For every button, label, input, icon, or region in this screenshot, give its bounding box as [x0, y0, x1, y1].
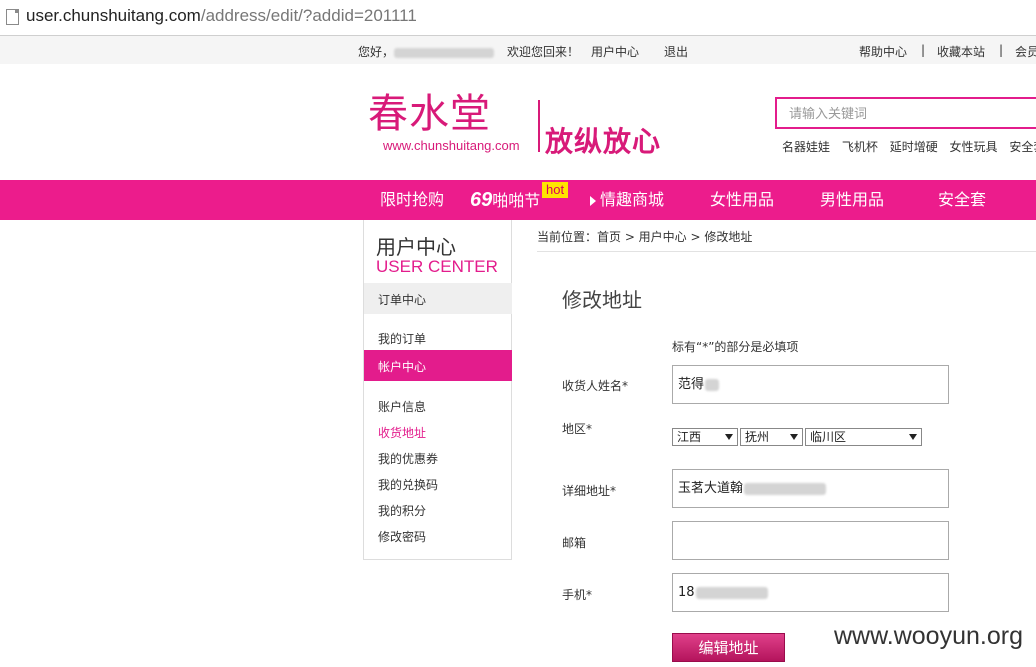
main-nav: 限时抢购 69啪啪节 情趣商城 女性用品 男性用品 安全套 [0, 180, 1036, 220]
edit-address-button[interactable]: 编辑地址 [672, 633, 785, 662]
sidebar-title: 用户中心 [376, 235, 456, 259]
search-input[interactable] [787, 100, 1031, 128]
sidebar-item-coupons[interactable]: 我的优惠券 [378, 450, 438, 467]
postcode-label: 邮箱 [562, 536, 587, 550]
top-info-bar: 您好， 欢迎您回来！ 用户中心 退出 帮助中心 | 收藏本站 | 会员 [0, 36, 1036, 64]
sidebar-item-change-password[interactable]: 修改密码 [378, 528, 426, 545]
postcode-field[interactable] [672, 521, 949, 560]
sidebar-title-en: USER CENTER [376, 257, 498, 276]
logo-divider [538, 100, 540, 152]
search-box[interactable] [775, 97, 1036, 129]
triangle-right-icon [590, 195, 596, 206]
breadcrumb[interactable]: 当前位置：首页 > 用户中心 > 修改地址 [537, 228, 752, 245]
logout-link[interactable]: 退出 [664, 43, 688, 60]
chevron-down-icon [725, 434, 733, 440]
name-value: 范得 [678, 377, 705, 392]
hot-badge: hot [542, 182, 569, 198]
address-blurred [744, 482, 827, 495]
chevron-down-icon [790, 434, 798, 440]
bookmark-link[interactable]: 收藏本站 [937, 43, 985, 60]
url-text[interactable]: user.chunshuitang.com/address/edit/?addi… [26, 6, 417, 26]
sidebar-section-orders: 订单中心 [364, 283, 512, 314]
sidebar-item-my-orders[interactable]: 我的订单 [378, 330, 426, 347]
separator: | [999, 43, 1004, 57]
phone-field[interactable]: 18 [672, 573, 949, 612]
sidebar-section-label: 订单中心 [378, 293, 427, 307]
hot-keyword[interactable]: 延时增硬 [890, 140, 938, 154]
hot-keywords: 名器娃娃 飞机杯 延时增硬 女性玩具 安全套 [782, 138, 1036, 155]
nav-flash-sale[interactable]: 限时抢购 [380, 180, 444, 220]
district-select[interactable]: 临川区 [805, 428, 922, 446]
province-select[interactable]: 江西 [672, 428, 738, 446]
address-label: 详细地址* [562, 484, 617, 498]
nav-festival[interactable]: 69啪啪节 [470, 180, 540, 220]
nav-shop-label: 情趣商城 [600, 190, 665, 209]
phone-value: 18 [678, 585, 695, 600]
required-note: 标有“*”的部分是必填项 [672, 340, 799, 354]
city-value: 抚州 [745, 430, 770, 444]
url-path: /address/edit/?addid=201111 [200, 6, 417, 25]
page-title: 修改地址 [562, 288, 642, 312]
user-center-link[interactable]: 用户中心 [591, 43, 639, 60]
nav-female[interactable]: 女性用品 [710, 180, 774, 220]
hot-keyword[interactable]: 飞机杯 [842, 140, 878, 154]
nav-condom[interactable]: 安全套 [938, 180, 986, 220]
name-blurred [705, 378, 720, 391]
welcome-text: 欢迎您回来！ [507, 45, 580, 59]
sidebar-section-label: 帐户中心 [378, 360, 427, 374]
region-label: 地区* [562, 422, 593, 436]
help-center-link[interactable]: 帮助中心 [859, 43, 907, 60]
district-value: 临川区 [810, 430, 847, 444]
browser-url-bar[interactable]: user.chunshuitang.com/address/edit/?addi… [0, 0, 1036, 36]
festival-label: 啪啪节 [492, 191, 541, 210]
sidebar-item-points[interactable]: 我的积分 [378, 502, 426, 519]
nav-shop[interactable]: 情趣商城 [590, 180, 664, 220]
chevron-down-icon [909, 434, 917, 440]
page-icon [6, 9, 19, 25]
phone-blurred [695, 586, 768, 599]
site-logo[interactable]: 春水堂 [368, 92, 491, 136]
province-value: 江西 [677, 430, 702, 444]
site-slogan: 放纵放心 [545, 125, 662, 158]
greeting-text: 您好， [358, 43, 495, 60]
sidebar-item-redeem-codes[interactable]: 我的兑换码 [378, 476, 438, 493]
url-host: user.chunshuitang.com [26, 6, 201, 25]
hot-keyword[interactable]: 女性玩具 [950, 140, 998, 154]
name-label: 收货人姓名* [562, 379, 629, 393]
sidebar-item-account-info[interactable]: 账户信息 [378, 398, 426, 415]
phone-label: 手机* [562, 588, 593, 602]
nav-male[interactable]: 男性用品 [820, 180, 884, 220]
site-logo-url: www.chunshuitang.com [383, 138, 520, 153]
hot-keyword[interactable]: 名器娃娃 [782, 140, 830, 154]
name-field[interactable]: 范得 [672, 365, 949, 404]
separator: | [921, 43, 926, 57]
sidebar-section-account[interactable]: 帐户中心 [364, 350, 512, 381]
member-link[interactable]: 会员 [1015, 43, 1036, 60]
username-blurred [394, 47, 495, 58]
breadcrumb-divider [537, 251, 1036, 252]
watermark: www.wooyun.org [830, 622, 1027, 651]
festival-number: 69 [470, 189, 493, 211]
city-select[interactable]: 抚州 [740, 428, 803, 446]
address-value: 玉茗大道翰 [678, 481, 744, 496]
address-field[interactable]: 玉茗大道翰 [672, 469, 949, 508]
hot-keyword[interactable]: 安全套 [1009, 140, 1036, 154]
sidebar-item-address[interactable]: 收货地址 [378, 424, 426, 441]
